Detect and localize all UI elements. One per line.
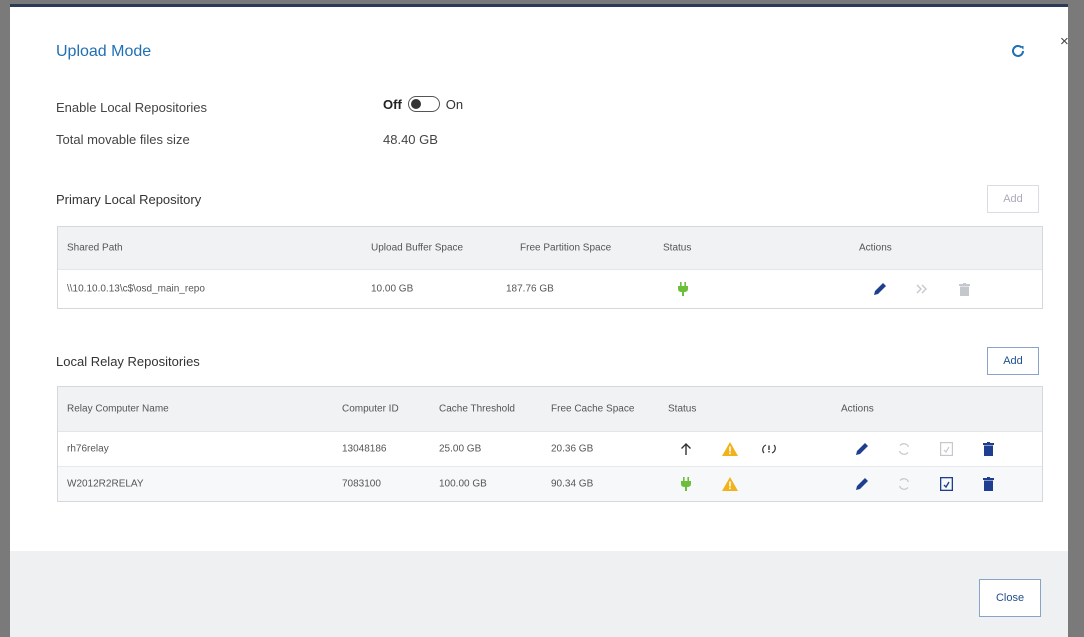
col-shared-path: Shared Path [67, 242, 123, 254]
col-status: Status [663, 242, 692, 254]
toggle-on-label: On [445, 96, 464, 112]
table-row[interactable]: W2012R2RELAY 7083100 100.00 GB 90.34 GB [58, 467, 1042, 501]
col-cache-threshold: Cache Threshold [439, 403, 515, 415]
table-row[interactable]: rh76relay 13048186 25.00 GB 20.36 GB [58, 432, 1042, 467]
col-actions: Actions [859, 242, 892, 254]
plug-icon [678, 476, 694, 492]
refresh-icon[interactable] [1010, 43, 1030, 63]
table-row[interactable]: \\10.10.0.13\c$\osd_main_repo 10.00 GB 1… [58, 270, 1042, 308]
sync-icon[interactable] [896, 441, 912, 457]
col-upload-buffer: Upload Buffer Space [371, 242, 464, 254]
sync-icon[interactable] [896, 476, 912, 492]
relay-name-cell: rh76relay [67, 443, 109, 455]
document-icon[interactable] [938, 441, 954, 457]
move-icon[interactable] [914, 281, 930, 297]
total-size-value: 48.40 GB [383, 132, 438, 147]
dialog-title: Upload Mode [56, 43, 152, 60]
col-relay-name: Relay Computer Name [67, 403, 169, 415]
warning-icon [722, 441, 738, 457]
table-header: Shared Path Upload Buffer Space Free Par… [58, 227, 1042, 270]
free-cache-cell: 90.34 GB [551, 478, 594, 490]
upload-mode-dialog: Upload Mode × Enable Local Repositories … [10, 4, 1069, 637]
trash-icon[interactable] [956, 281, 972, 297]
col-actions: Actions [841, 403, 874, 415]
col-status: Status [668, 403, 697, 415]
trash-icon[interactable] [980, 441, 996, 457]
toggle-off-label: Off [383, 96, 402, 112]
close-button[interactable]: Close [979, 579, 1041, 617]
trash-icon[interactable] [980, 476, 996, 492]
enable-local-repos-toggle-group: Off On [383, 96, 463, 112]
primary-add-button[interactable]: Add [987, 185, 1039, 213]
arrow-up-icon [678, 441, 694, 457]
cache-threshold-cell: 100.00 GB [439, 478, 487, 490]
primary-repo-table: Shared Path Upload Buffer Space Free Par… [57, 226, 1043, 309]
edit-icon[interactable] [854, 476, 870, 492]
col-free-partition: Free Partition Space [520, 242, 612, 254]
primary-repo-title: Primary Local Repository [56, 192, 202, 207]
upload-buffer-cell: 10.00 GB [371, 283, 414, 295]
plug-icon [675, 281, 691, 297]
edit-icon[interactable] [872, 281, 888, 297]
table-header: Relay Computer Name Computer ID Cache Th… [58, 387, 1042, 432]
sync-pending-icon [761, 441, 777, 457]
warning-icon [722, 476, 738, 492]
enable-local-repos-label: Enable Local Repositories [56, 100, 208, 115]
free-cache-cell: 20.36 GB [551, 443, 594, 455]
computer-id-cell: 7083100 [342, 478, 381, 490]
edit-icon[interactable] [854, 441, 870, 457]
col-free-cache: Free Cache Space [551, 403, 635, 415]
relay-add-button[interactable]: Add [987, 347, 1039, 375]
dialog-footer [10, 551, 1068, 637]
free-partition-cell: 187.76 GB [506, 283, 554, 295]
shared-path-cell: \\10.10.0.13\c$\osd_main_repo [67, 283, 205, 295]
cache-threshold-cell: 25.00 GB [439, 443, 482, 455]
enable-local-repos-toggle[interactable] [407, 96, 440, 112]
col-computer-id: Computer ID [342, 403, 399, 415]
computer-id-cell: 13048186 [342, 443, 387, 455]
total-size-label: Total movable files size [56, 132, 190, 147]
relay-name-cell: W2012R2RELAY [67, 478, 144, 490]
relay-repo-table: Relay Computer Name Computer ID Cache Th… [57, 386, 1043, 502]
relay-repo-title: Local Relay Repositories [56, 354, 200, 369]
toggle-knob [410, 99, 421, 109]
close-x-icon[interactable]: × [1060, 33, 1069, 50]
document-icon[interactable] [938, 476, 954, 492]
